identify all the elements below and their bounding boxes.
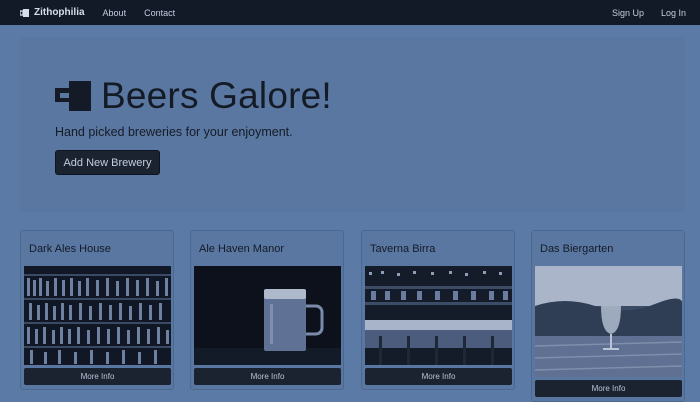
navbar: Zithophilia About Contact Sign Up Log In [0,0,700,25]
beer-mug-icon [20,8,29,17]
brewery-image [194,266,341,365]
brewery-card: Dark Ales House More Info [20,230,174,390]
brewery-card: Das Biergarten More Info [531,230,685,402]
brewery-card: Ale Haven Manor More Info [190,230,344,390]
nav-left: About Contact [103,8,176,18]
brewery-image [24,266,171,365]
sign-up-link[interactable]: Sign Up [612,8,644,18]
brand-link[interactable]: Zithophilia [20,7,85,18]
brewery-card: Taverna Birra More Info [361,230,515,390]
hero-heading: Beers Galore! [55,75,332,117]
nav-contact-link[interactable]: Contact [144,8,175,18]
more-info-button[interactable]: More Info [194,368,341,385]
brewery-name: Dark Ales House [29,243,111,255]
add-new-brewery-button[interactable]: Add New Brewery [55,150,160,175]
nav-about-link[interactable]: About [103,8,127,18]
log-in-link[interactable]: Log In [661,8,686,18]
hero-title: Beers Galore! [101,75,332,116]
brewery-name: Das Biergarten [540,243,614,255]
nav-right: Sign Up Log In [612,8,686,18]
brewery-image [535,266,682,377]
brand-name: Zithophilia [34,7,85,18]
brewery-name: Ale Haven Manor [199,243,284,255]
more-info-button[interactable]: More Info [365,368,512,385]
brewery-name: Taverna Birra [370,243,436,255]
beer-mug-icon [55,81,91,111]
hero-subtitle: Hand picked breweries for your enjoyment… [55,125,293,139]
more-info-button[interactable]: More Info [535,380,682,397]
more-info-button[interactable]: More Info [24,368,171,385]
brewery-image [365,266,512,365]
hero-jumbotron: Beers Galore! Hand picked breweries for … [20,37,685,212]
